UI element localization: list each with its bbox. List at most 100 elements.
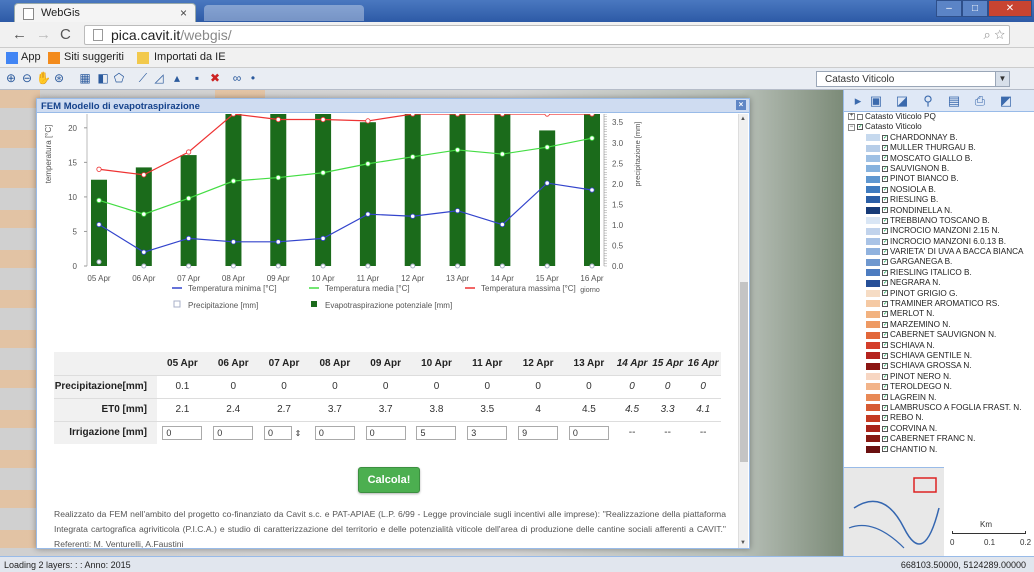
layer-item[interactable]: ✓ MERLOT N. xyxy=(848,309,1034,319)
layer-item[interactable]: ✓ REBO N. xyxy=(848,413,1034,423)
export-icon[interactable]: ◩ xyxy=(998,93,1014,109)
bookmark-suggested[interactable]: Siti suggeriti xyxy=(64,51,124,63)
tree-group[interactable]: − ✓ Catasto Viticolo xyxy=(848,122,1034,132)
bookmark-apps[interactable]: App xyxy=(21,51,41,63)
bookmark-imported[interactable]: Importati da IE xyxy=(154,51,226,63)
scroll-up-icon[interactable]: ▲ xyxy=(740,116,746,122)
checkbox[interactable]: ✓ xyxy=(882,352,888,359)
checkbox[interactable]: ✓ xyxy=(882,269,888,276)
checkbox[interactable]: ✓ xyxy=(882,394,888,401)
checkbox[interactable]: ✓ xyxy=(882,332,888,339)
checkbox[interactable] xyxy=(857,113,863,120)
layer-item[interactable]: ✓ GARGANEGA B. xyxy=(848,257,1034,267)
filter-icon[interactable]: ⚲ xyxy=(920,93,936,109)
overview-map[interactable] xyxy=(844,467,944,556)
link-icon[interactable]: ∞ xyxy=(230,71,244,85)
layer-item[interactable]: ✓ TRAMINER AROMATICO RS. xyxy=(848,299,1034,309)
dialog-scrollbar[interactable]: ▲ ▼ xyxy=(738,114,748,548)
expand-icon[interactable]: + xyxy=(848,113,855,121)
checkbox[interactable]: ✓ xyxy=(882,207,888,214)
url-input[interactable]: pica.cavit.it/webgis/ ⌕ ☆ xyxy=(84,25,1010,45)
layer-item[interactable]: ✓ PINOT NERO N. xyxy=(848,372,1034,382)
close-icon[interactable]: × xyxy=(736,100,746,110)
layer-item[interactable]: ✓ SCHIAVA N. xyxy=(848,341,1034,351)
irrigation-input[interactable]: 5 xyxy=(416,425,457,440)
reload-icon[interactable]: C xyxy=(60,26,71,43)
checkbox[interactable]: ✓ xyxy=(882,145,888,151)
style-icon[interactable]: ◪ xyxy=(894,93,910,109)
layer-item[interactable]: ✓ MARZEMINO N. xyxy=(848,320,1034,330)
tree-group[interactable]: + Catasto Viticolo PQ xyxy=(848,112,1034,122)
area-icon[interactable]: ◿ xyxy=(152,71,166,85)
layer-item[interactable]: ✓ CABERNET FRANC N. xyxy=(848,434,1034,444)
layer-item[interactable]: ✓ TEROLDEGO N. xyxy=(848,382,1034,392)
layer-item[interactable]: ✓ MOSCATO GIALLO B. xyxy=(848,154,1034,164)
checkbox[interactable]: ✓ xyxy=(882,280,888,287)
calculate-button[interactable]: Calcola! xyxy=(358,467,420,493)
checkbox[interactable]: ✓ xyxy=(882,228,888,235)
checkbox[interactable]: ✓ xyxy=(882,248,888,255)
checkbox[interactable]: ✓ xyxy=(882,238,888,245)
browser-tab-2[interactable] xyxy=(204,5,364,21)
pan-icon[interactable]: ✋ xyxy=(36,71,51,85)
layer-item[interactable]: ✓ SCHIAVA GENTILE N. xyxy=(848,351,1034,361)
layer-item[interactable]: ✓ CABERNET SAUVIGNON N. xyxy=(848,330,1034,340)
irrigation-input[interactable]: 0 xyxy=(365,425,406,440)
checkbox[interactable]: ✓ xyxy=(882,186,888,193)
layer-item[interactable]: ✓ SCHIAVA GROSSA N. xyxy=(848,361,1034,371)
table-icon[interactable]: ▤ xyxy=(946,93,962,109)
irrigation-input[interactable]: 0 xyxy=(213,425,254,440)
scroll-thumb[interactable] xyxy=(740,282,748,462)
irrigation-input[interactable]: 0 xyxy=(568,425,609,440)
layer-item[interactable]: ✓ CORVINA N. xyxy=(848,424,1034,434)
checkbox[interactable]: ✓ xyxy=(882,217,888,224)
tab-close-icon[interactable]: × xyxy=(180,6,187,20)
checkbox[interactable]: ✓ xyxy=(882,363,888,370)
delete-icon[interactable]: ✖ xyxy=(208,71,222,85)
layer-combo[interactable]: Catasto Viticolo ▼ xyxy=(816,71,1010,87)
layer-item[interactable]: ✓ PINOT BIANCO B. xyxy=(848,174,1034,184)
close-window-icon[interactable]: ✕ xyxy=(988,0,1032,17)
print-icon[interactable]: ⎙ xyxy=(972,93,988,109)
browser-tab[interactable]: WebGis × xyxy=(14,3,196,22)
layer-item[interactable]: ✓ CHANTIO N. xyxy=(848,445,1034,455)
layer-item[interactable]: ✓ TREBBIANO TOSCANO B. xyxy=(848,216,1034,226)
checkbox[interactable]: ✓ xyxy=(882,425,888,432)
polygon-icon[interactable]: ⬠ xyxy=(112,71,126,85)
back-icon[interactable]: ← xyxy=(12,26,27,43)
irrigation-input[interactable]: 0 xyxy=(264,425,293,440)
forward-icon[interactable]: → xyxy=(36,26,51,43)
layer-item[interactable]: ✓ INCROCIO MANZONI 6.0.13 B. xyxy=(848,237,1034,247)
checkbox[interactable]: ✓ xyxy=(882,404,888,411)
expand-icon[interactable]: ▸ xyxy=(850,93,866,109)
chevron-down-icon[interactable]: ▼ xyxy=(995,72,1009,86)
checkbox[interactable]: ✓ xyxy=(882,134,888,141)
layer-item[interactable]: ✓ VARIETA' DI UVA A BACCA BIANCA xyxy=(848,247,1034,257)
checkbox[interactable]: ✓ xyxy=(882,342,888,349)
checkbox[interactable]: ✓ xyxy=(882,311,888,318)
spinner-icon[interactable]: ⇕ xyxy=(292,429,304,438)
layer-item[interactable]: ✓ RONDINELLA N. xyxy=(848,206,1034,216)
layer-item[interactable]: ✓ LAMBRUSCO A FOGLIA FRAST. N. xyxy=(848,403,1034,413)
irrigation-input[interactable]: 9 xyxy=(518,425,559,440)
checkbox[interactable]: ✓ xyxy=(857,124,863,131)
checkbox[interactable]: ✓ xyxy=(882,373,888,380)
zoom-out-icon[interactable]: ⊖ xyxy=(20,71,34,85)
layers-icon[interactable]: ▦ xyxy=(78,71,92,85)
minimize-icon[interactable]: – xyxy=(936,0,962,17)
checkbox[interactable]: ✓ xyxy=(882,290,888,297)
zoom-extent-icon[interactable]: ⊛ xyxy=(52,71,66,85)
checkbox[interactable]: ✓ xyxy=(882,446,888,453)
layer-item[interactable]: ✓ SAUVIGNON B. xyxy=(848,164,1034,174)
irrigation-input[interactable]: 3 xyxy=(467,425,508,440)
layer-item[interactable]: ✓ MULLER THURGAU B. xyxy=(848,143,1034,153)
scroll-down-icon[interactable]: ▼ xyxy=(740,540,746,546)
layer-item[interactable]: ✓ LAGREIN N. xyxy=(848,393,1034,403)
layer-item[interactable]: ✓ NEGRARA N. xyxy=(848,278,1034,288)
layer-item[interactable]: ✓ PINOT GRIGIO G. xyxy=(848,289,1034,299)
bookmark-star-icon[interactable]: ⌕ ☆ xyxy=(984,27,1006,43)
layer-item[interactable]: ✓ CHARDONNAY B. xyxy=(848,133,1034,143)
checkbox[interactable]: ✓ xyxy=(882,321,888,328)
info-icon[interactable]: ▴ xyxy=(170,71,184,85)
measure-icon[interactable]: ⟋ xyxy=(136,71,150,85)
